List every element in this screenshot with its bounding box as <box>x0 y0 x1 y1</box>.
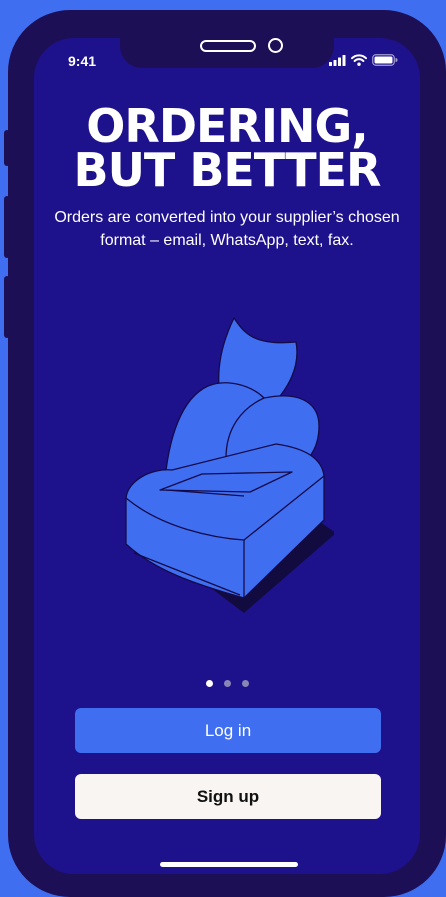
receipt-printer-icon <box>125 317 334 613</box>
onboarding-subtitle: Orders are converted into your supplier’… <box>54 209 400 249</box>
page-dot-3[interactable] <box>241 680 249 687</box>
home-indicator[interactable] <box>160 862 298 867</box>
cellular-signal-icon <box>329 54 346 66</box>
front-camera <box>268 38 283 53</box>
volume-up-button <box>4 196 10 258</box>
page-indicator <box>34 680 420 687</box>
page-dot-2[interactable] <box>223 680 231 687</box>
page-dot-1[interactable] <box>205 680 213 687</box>
volume-down-button <box>4 276 10 338</box>
mute-switch <box>4 130 10 166</box>
speaker-grille <box>200 40 256 52</box>
status-time: 9:41 <box>68 53 97 69</box>
login-button[interactable]: Log in <box>75 708 381 753</box>
onboarding-headline: ORDERING, BUT BETTER <box>34 99 420 197</box>
headline-line-1: ORDERING, <box>86 99 368 153</box>
wifi-icon <box>351 54 367 66</box>
status-icons <box>329 54 398 66</box>
app-screen: 9:41 ORDERING, BUT BETTER Orders are con… <box>34 38 420 874</box>
headline-line-2: BUT BETTER <box>73 143 382 197</box>
battery-icon <box>372 54 398 66</box>
signup-button[interactable]: Sign up <box>75 774 381 819</box>
device-notch <box>120 38 334 68</box>
